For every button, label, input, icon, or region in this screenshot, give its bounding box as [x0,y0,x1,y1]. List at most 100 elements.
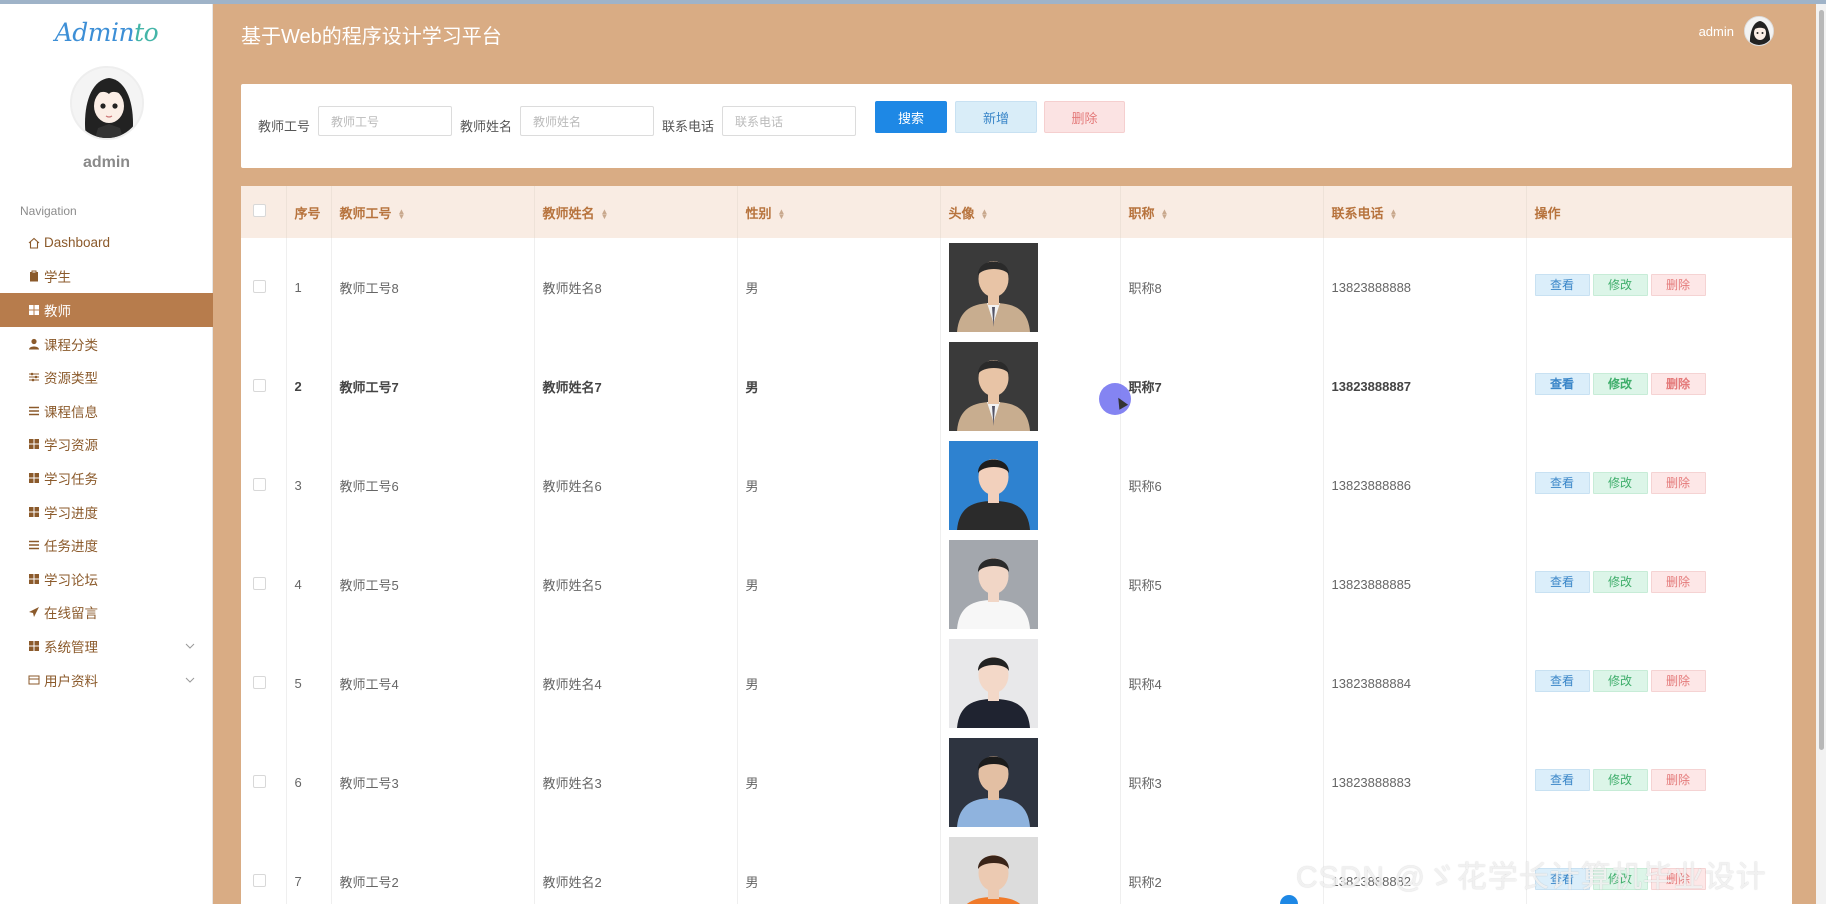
col-teacher-name[interactable]: 教师姓名 ▲ ▼ [534,186,738,238]
select-cell [241,436,287,535]
cell-avatar [940,337,1121,436]
delete-button[interactable]: 删除 [1650,669,1706,692]
app-logo[interactable]: Adminto [0,18,213,47]
row-checkbox[interactable] [253,873,266,887]
header-user-menu[interactable]: admin [1699,16,1774,46]
sidebar-item-course-category[interactable]: 课程分类 [0,327,213,361]
grid-icon [28,640,40,652]
teacher-no-label: 教师工号 [258,119,311,134]
sidebar-item-learning-progress[interactable]: 学习进度 [0,495,213,529]
sort-icon[interactable]: ▲ ▼ [778,208,786,221]
row-actions: 查看 修改 删除 [1534,768,1792,791]
cell-actions: 查看 修改 删除 [1526,733,1792,832]
cell-title: 职称5 [1120,535,1324,634]
cell-teacher-no: 教师工号4 [331,634,535,733]
list-icon [28,405,40,417]
table-row: 4 教师工号5 教师姓名5 男 职称5 13823888885 查看 修改 删除 [241,535,1792,634]
delete-button[interactable]: 删除 [1650,570,1706,593]
delete-button[interactable]: 删除 [1650,768,1706,791]
view-button[interactable]: 查看 [1534,570,1590,593]
edit-button[interactable]: 修改 [1592,273,1648,296]
sidebar-item-system-management[interactable]: 系统管理 [0,629,213,663]
delete-button[interactable]: 删除 [1650,471,1706,494]
teacher-no-input[interactable]: 教师工号 [318,106,452,136]
cell-gender: 男 [737,238,941,337]
cell-gender: 男 [737,634,941,733]
cell-gender: 男 [737,436,941,535]
sidebar-item-course-info[interactable]: 课程信息 [0,394,213,428]
view-button[interactable]: 查看 [1534,471,1590,494]
teacher-avatar-image[interactable] [948,837,1038,904]
sidebar-item-forum[interactable]: 学习论坛 [0,562,213,596]
delete-button[interactable]: 删除 [1650,273,1706,296]
edit-button[interactable]: 修改 [1592,768,1648,791]
page-title: 基于Web的程序设计学习平台 [241,26,502,48]
teacher-avatar-image[interactable] [948,243,1038,332]
add-button[interactable]: 新增 [955,101,1037,133]
search-button[interactable]: 搜索 [875,101,947,133]
sidebar-item-label: 在线留言 [44,606,98,622]
sliders-icon [28,371,40,383]
col-title[interactable]: 职称 ▲ ▼ [1120,186,1324,238]
cell-teacher-no: 教师工号3 [331,733,535,832]
cell-phone: 13823888883 [1323,733,1527,832]
teacher-name-input[interactable]: 教师姓名 [520,106,654,136]
delete-button[interactable]: 删除 [1650,372,1706,395]
sidebar-item-label: 系统管理 [44,639,98,655]
window-top-border [0,0,1826,4]
sort-icon[interactable]: ▲ ▼ [1390,208,1398,221]
sort-icon[interactable]: ▲ ▼ [398,208,406,221]
sidebar-item-user-profile[interactable]: 用户资料 [0,663,213,697]
view-button[interactable]: 查看 [1534,273,1590,296]
sidebar-item-learning-tasks[interactable]: 学习任务 [0,461,213,495]
edit-button[interactable]: 修改 [1592,372,1648,395]
sidebar-item-learning-resources[interactable]: 学习资源 [0,428,213,462]
sidebar-item-dashboard[interactable]: Dashboard [0,226,213,260]
row-checkbox[interactable] [253,477,266,491]
sort-icon[interactable]: ▲ ▼ [601,208,609,221]
edit-button[interactable]: 修改 [1592,570,1648,593]
sort-icon[interactable]: ▲ ▼ [1161,208,1169,221]
view-button[interactable]: 查看 [1534,372,1590,395]
teacher-avatar-image[interactable] [948,738,1038,827]
col-index: 序号 [286,186,332,238]
cell-teacher-name: 教师姓名8 [534,238,738,337]
sidebar-item-messages[interactable]: 在线留言 [0,596,213,630]
view-button[interactable]: 查看 [1534,669,1590,692]
teacher-avatar-image[interactable] [948,540,1038,629]
col-title-label: 职称 [1128,205,1155,221]
table-row: 2 教师工号7 教师姓名7 男 职称7 13823888887 查看 修改 删除 [241,337,1792,436]
cell-actions: 查看 修改 删除 [1526,436,1792,535]
bulk-delete-button[interactable]: 删除 [1044,101,1125,133]
col-phone[interactable]: 联系电话 ▲ ▼ [1323,186,1527,238]
row-checkbox[interactable] [253,378,266,392]
row-actions: 查看 修改 删除 [1534,669,1792,692]
teacher-avatar-image[interactable] [948,441,1038,530]
sidebar-item-teachers[interactable]: 教师 [0,293,213,327]
sidebar-item-label: 用户资料 [44,673,98,689]
sort-icon[interactable]: ▲ ▼ [981,208,989,221]
sidebar-item-resource-type[interactable]: 资源类型 [0,360,213,394]
col-avatar[interactable]: 头像 ▲ ▼ [940,186,1121,238]
teacher-avatar-image[interactable] [948,342,1038,431]
select-all-checkbox[interactable] [253,204,266,217]
sidebar-item-label: 学习论坛 [44,572,98,588]
cell-phone: 13823888886 [1323,436,1527,535]
row-checkbox[interactable] [253,279,266,293]
phone-input[interactable]: 联系电话 [722,106,856,136]
col-teacher-no-label: 教师工号 [339,205,392,221]
row-checkbox[interactable] [253,576,266,590]
col-gender[interactable]: 性别 ▲ ▼ [737,186,941,238]
cell-teacher-name: 教师姓名5 [534,535,738,634]
scrollbar-thumb[interactable] [1819,10,1824,750]
col-teacher-no[interactable]: 教师工号 ▲ ▼ [331,186,535,238]
view-button[interactable]: 查看 [1534,768,1590,791]
edit-button[interactable]: 修改 [1592,669,1648,692]
sidebar-item-students[interactable]: 学生 [0,260,213,294]
row-checkbox[interactable] [253,774,266,788]
edit-button[interactable]: 修改 [1592,471,1648,494]
cell-avatar [940,238,1121,337]
row-checkbox[interactable] [253,675,266,689]
sidebar-item-task-progress[interactable]: 任务进度 [0,528,213,562]
teacher-avatar-image[interactable] [948,639,1038,728]
